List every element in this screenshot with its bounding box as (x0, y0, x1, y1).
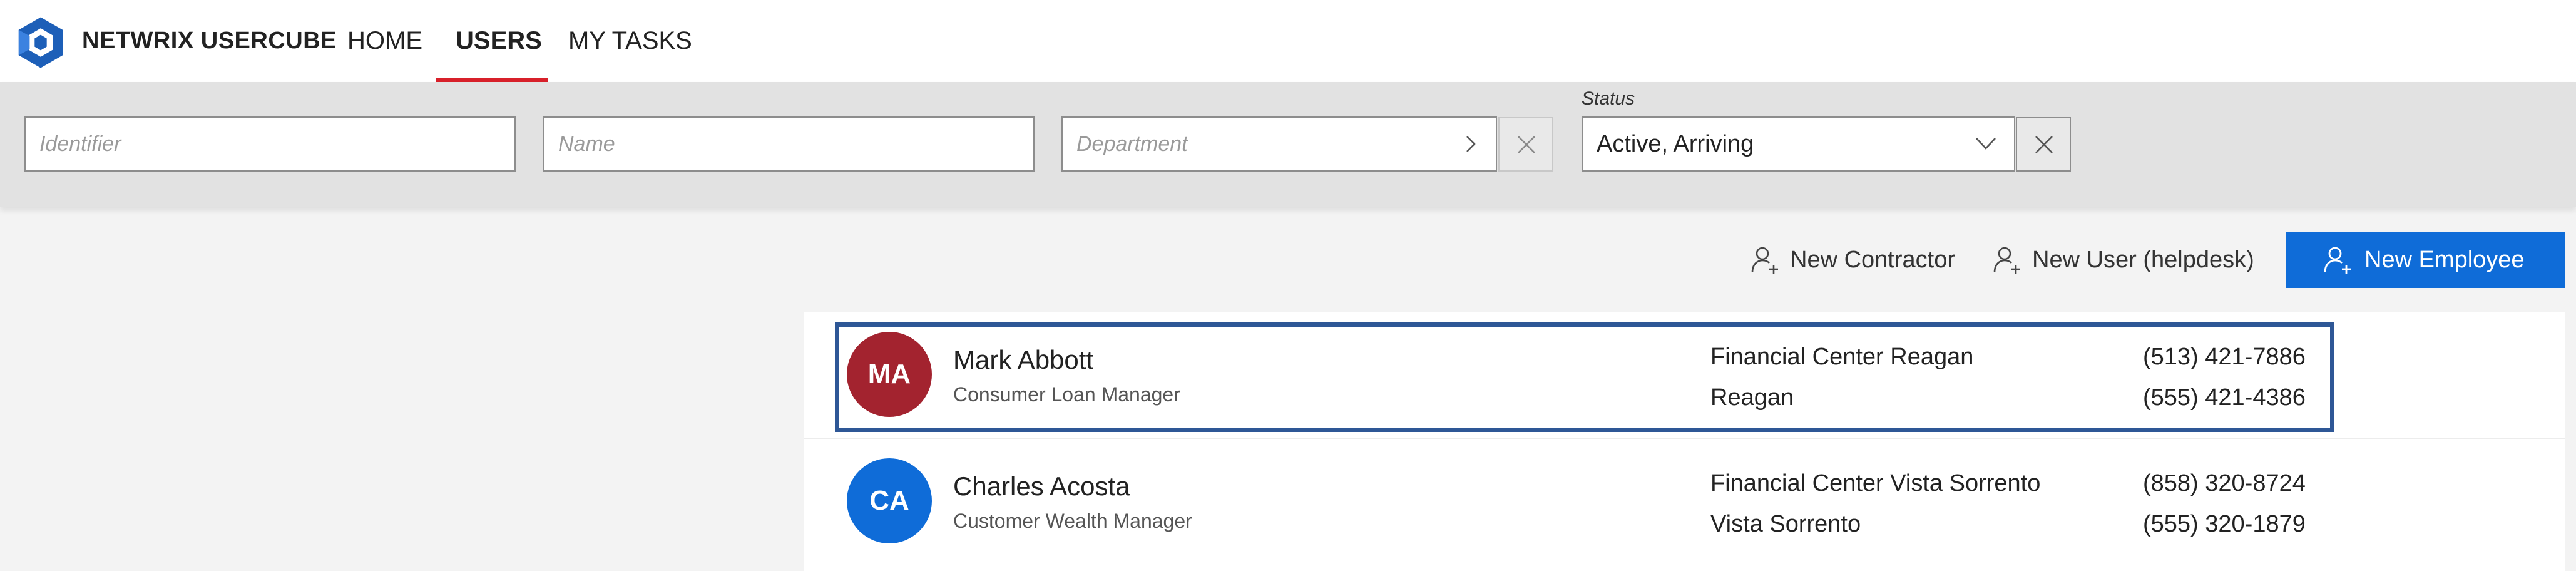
user-location: Financial Center Reagan (1710, 344, 1974, 370)
department-placeholder: Department (1076, 132, 1188, 156)
nav-users[interactable]: USERS (456, 27, 542, 55)
netwrix-hex-logo-icon[interactable] (13, 15, 68, 70)
user-row[interactable]: MA Mark Abbott Consumer Loan Manager Fin… (804, 312, 2565, 438)
new-employee-label: New Employee (2364, 247, 2525, 273)
close-icon (2035, 136, 2053, 153)
new-contractor-button[interactable]: New Contractor (1750, 241, 1969, 279)
selected-row-highlight (835, 322, 2334, 432)
user-name: Mark Abbott (953, 345, 1094, 374)
avatar: MA (847, 332, 932, 417)
user-phone-secondary: (555) 320-1879 (2143, 511, 2306, 537)
name-filter-input[interactable] (543, 116, 1035, 172)
filter-bar: Department Status Active, Arriving (0, 82, 2576, 207)
department-filter-picker[interactable]: Department (1061, 116, 1497, 172)
new-employee-button[interactable]: New Employee (2286, 232, 2565, 288)
nav-my-tasks[interactable]: MY TASKS (568, 27, 692, 55)
identifier-filter-input[interactable] (24, 116, 516, 172)
user-list: MA Mark Abbott Consumer Loan Manager Fin… (804, 312, 2565, 571)
status-filter-select[interactable]: Active, Arriving (1582, 116, 2015, 172)
clear-status-button[interactable] (2016, 117, 2071, 172)
add-person-icon (1751, 247, 1778, 274)
new-user-helpdesk-button[interactable]: New User (helpdesk) (1992, 241, 2261, 279)
user-site: Reagan (1710, 384, 1794, 411)
user-phone: (858) 320-8724 (2143, 470, 2306, 496)
active-nav-indicator (436, 78, 548, 82)
chevron-down-icon (1976, 138, 1996, 150)
user-row[interactable]: CA Charles Acosta Customer Wealth Manage… (804, 439, 2565, 564)
user-name: Charles Acosta (953, 471, 1130, 501)
avatar: CA (847, 458, 932, 543)
nav-home[interactable]: HOME (347, 27, 422, 55)
add-person-icon (1993, 247, 2020, 274)
close-icon (1518, 136, 1535, 153)
chevron-right-icon (1466, 136, 1476, 152)
status-selected-value: Active, Arriving (1597, 131, 1754, 157)
new-contractor-label: New Contractor (1790, 247, 1955, 273)
user-location: Financial Center Vista Sorrento (1710, 470, 2041, 496)
user-phone: (513) 421-7886 (2143, 344, 2306, 370)
clear-department-button[interactable] (1498, 117, 1553, 172)
user-job-title: Consumer Loan Manager (953, 383, 1180, 406)
user-job-title: Customer Wealth Manager (953, 510, 1192, 532)
top-navigation-bar: NETWRIX USERCUBE HOME USERS MY TASKS (0, 0, 2576, 82)
user-phone-secondary: (555) 421-4386 (2143, 384, 2306, 411)
new-user-helpdesk-label: New User (helpdesk) (2032, 247, 2254, 273)
user-site: Vista Sorrento (1710, 511, 1861, 537)
status-filter-label: Status (1582, 88, 1635, 109)
brand-name: NETWRIX USERCUBE (82, 28, 337, 54)
add-person-icon (2324, 247, 2351, 274)
